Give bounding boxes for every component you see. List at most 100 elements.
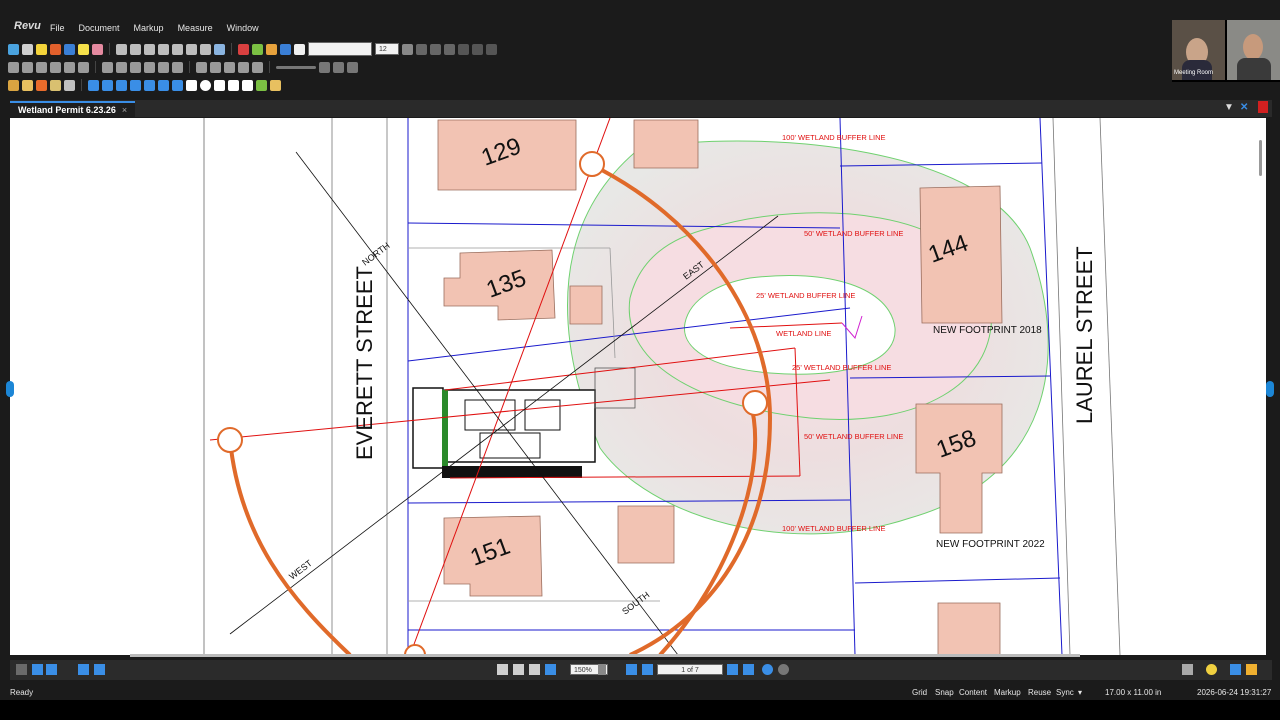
grid-icon[interactable] (238, 61, 249, 73)
cloud-shape-icon[interactable] (228, 79, 239, 91)
video-tile-participant-2[interactable] (1227, 20, 1280, 80)
ungroup-icon[interactable] (144, 61, 155, 73)
fit-width-icon[interactable] (94, 664, 105, 675)
cut-icon[interactable] (144, 43, 155, 55)
split-view-icon[interactable] (46, 664, 57, 675)
last-page-icon[interactable] (743, 664, 754, 675)
tab-wetland-permit[interactable]: Wetland Permit 6.23.26 × (10, 101, 136, 118)
fit-page-icon[interactable] (78, 664, 89, 675)
status-reuse[interactable]: Reuse (1028, 688, 1051, 697)
markup-icon[interactable] (22, 79, 33, 91)
image-icon[interactable] (280, 43, 291, 55)
right-panel-toggle-icon[interactable] (1266, 381, 1274, 397)
zoom-tool-icon[interactable] (529, 664, 540, 675)
spacing-icon[interactable] (347, 61, 358, 73)
format-painter-icon[interactable] (252, 43, 263, 55)
rectangle-tool-icon[interactable] (186, 79, 197, 91)
align-center-icon[interactable] (472, 43, 483, 55)
font-size-field[interactable]: 12 (375, 43, 399, 55)
sync-dropdown-icon[interactable]: ▾ (1078, 688, 1082, 697)
flip-icon[interactable] (158, 61, 169, 73)
unlock-icon[interactable] (1246, 664, 1257, 675)
left-panel-toggle-icon[interactable] (6, 381, 14, 397)
tab-list-dropdown-icon[interactable]: ▼ (1224, 102, 1234, 113)
next-view-icon[interactable] (778, 664, 789, 675)
highlighter-icon[interactable] (78, 43, 89, 55)
bookmarks-icon[interactable] (32, 664, 43, 675)
indent-icon[interactable] (333, 61, 344, 73)
align-objects-icon[interactable] (102, 61, 113, 73)
align-left-icon[interactable] (458, 43, 469, 55)
previous-view-icon[interactable] (762, 664, 773, 675)
thumbnails-icon[interactable] (16, 664, 27, 675)
opacity-icon[interactable] (50, 61, 61, 73)
select-text-icon[interactable] (8, 43, 19, 55)
tab-close-icon[interactable]: × (122, 102, 127, 118)
previous-page-icon[interactable] (642, 664, 653, 675)
copy-icon[interactable] (158, 43, 169, 55)
close-document-icon[interactable]: ✕ (1240, 102, 1248, 113)
arc-tool-icon[interactable] (116, 79, 127, 91)
line-color-icon[interactable] (22, 61, 33, 73)
menu-file[interactable]: File (50, 23, 65, 33)
status-content[interactable]: Content (959, 688, 987, 697)
rotate-icon[interactable] (172, 61, 183, 73)
status-sync[interactable]: Sync (1056, 688, 1074, 697)
polyline-tool-icon[interactable] (130, 79, 141, 91)
document-icon[interactable] (1230, 664, 1241, 675)
polygon-tool-icon[interactable] (214, 79, 225, 91)
line-tool-icon[interactable] (88, 79, 99, 91)
font-family-field[interactable] (308, 42, 372, 56)
menu-document[interactable]: Document (79, 23, 120, 33)
menu-window[interactable]: Window (227, 23, 259, 33)
next-page-icon[interactable] (727, 664, 738, 675)
italic-icon[interactable] (430, 43, 441, 55)
user-icon[interactable] (1182, 664, 1193, 675)
video-tile-meeting-room[interactable]: Meeting Room (1172, 20, 1225, 80)
shape-icon[interactable] (36, 79, 47, 91)
site-plan-drawing[interactable]: EVERETT STREET LAUREL STREET 129 135 144… (10, 118, 1266, 655)
fill-color-icon[interactable] (8, 61, 19, 73)
stamp-tool-icon[interactable] (270, 79, 281, 91)
ellipse-tool-icon[interactable] (200, 79, 211, 91)
video-call-panel[interactable]: Meeting Room (1172, 20, 1280, 82)
horizontal-scrollbar[interactable] (130, 654, 1080, 657)
redo-icon[interactable] (130, 43, 141, 55)
vertical-scrollbar[interactable] (1259, 140, 1262, 176)
bring-front-icon[interactable] (196, 61, 207, 73)
note-icon[interactable] (36, 43, 47, 55)
page-number-field[interactable]: 1 of 7 (657, 664, 723, 675)
sketch-tool-icon[interactable] (172, 79, 183, 91)
status-markup[interactable]: Markup (994, 688, 1021, 697)
text-select-icon[interactable] (545, 664, 556, 675)
properties-icon[interactable] (238, 43, 249, 55)
snapshot-icon[interactable] (214, 43, 225, 55)
paste-icon[interactable] (172, 43, 183, 55)
eraser-shape-icon[interactable] (242, 79, 253, 91)
drawing-canvas[interactable]: EVERETT STREET LAUREL STREET 129 135 144… (10, 118, 1266, 655)
delete-icon[interactable] (200, 43, 211, 55)
lock-icon[interactable] (224, 61, 235, 73)
group-icon[interactable] (130, 61, 141, 73)
arrow-style-icon[interactable] (78, 61, 89, 73)
first-page-icon[interactable] (626, 664, 637, 675)
stamp-icon[interactable] (186, 43, 197, 55)
link-icon[interactable] (266, 43, 277, 55)
status-snap[interactable]: Snap (935, 688, 954, 697)
bold-icon[interactable] (416, 43, 427, 55)
typewriter-icon[interactable] (50, 43, 61, 55)
send-back-icon[interactable] (210, 61, 221, 73)
distribute-icon[interactable] (116, 61, 127, 73)
text-color-icon[interactable] (402, 43, 413, 55)
callout-icon[interactable] (50, 79, 61, 91)
measure-scale-icon[interactable] (252, 61, 263, 73)
line-preview-icon[interactable] (276, 65, 316, 69)
line-width-icon[interactable] (36, 61, 47, 73)
eraser-icon[interactable] (92, 43, 103, 55)
dimension-tool-icon[interactable] (158, 79, 169, 91)
zoom-dropdown-icon[interactable] (598, 664, 606, 675)
tool-chest-icon[interactable] (8, 79, 19, 91)
menu-markup[interactable]: Markup (134, 23, 164, 33)
pan-tool-icon[interactable] (497, 664, 508, 675)
image-tool-icon[interactable] (256, 79, 267, 91)
